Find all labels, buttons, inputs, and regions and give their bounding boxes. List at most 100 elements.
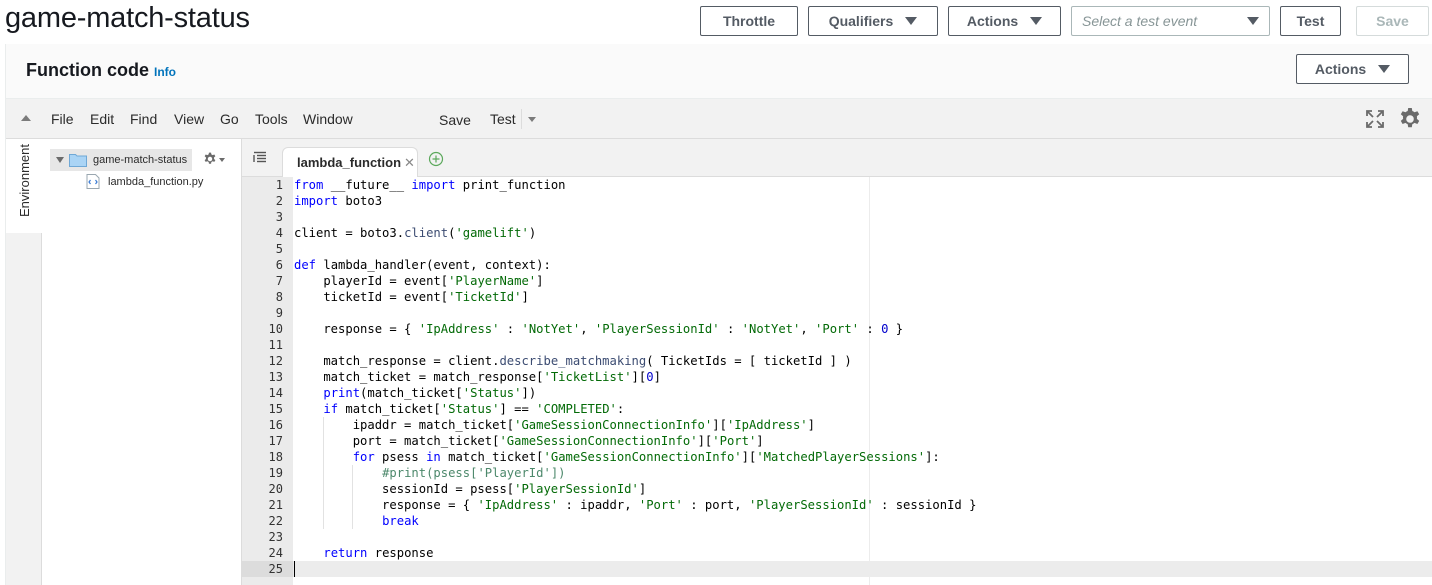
code-line: 21 response = { 'IpAddress' : ipaddr, 'P… xyxy=(242,497,1432,513)
line-number: 16 xyxy=(268,418,283,432)
line-number: 3 xyxy=(275,210,283,224)
tree-file-label: lambda_function.py xyxy=(108,175,204,188)
ide-save-button[interactable]: Save xyxy=(439,112,471,128)
code-line: 25 xyxy=(242,561,1432,577)
code-line: 24 return response xyxy=(242,545,1432,561)
code-line: 19 #print(psess['PlayerId']) xyxy=(242,465,1432,481)
gear-icon[interactable] xyxy=(1398,107,1422,131)
line-number: 11 xyxy=(268,338,283,352)
editor-tab-lambda-function[interactable]: lambda_function ✕ xyxy=(282,147,418,177)
code-line: 20 sessionId = psess['PlayerSessionId'] xyxy=(242,481,1432,497)
test-event-select[interactable]: Select a test event xyxy=(1071,6,1270,36)
code-text: print(match_ticket['Status']) xyxy=(323,386,537,400)
expand-triangle-icon[interactable] xyxy=(56,157,64,163)
line-number: 19 xyxy=(268,466,283,480)
line-number: 18 xyxy=(268,450,283,464)
code-text: playerId = event['PlayerName'] xyxy=(294,274,544,288)
test-button[interactable]: Test xyxy=(1280,6,1341,36)
code-text: response = { 'IpAddress' : ipaddr, 'Port… xyxy=(294,498,977,512)
code-line: 18 for psess in match_ticket['GameSessio… xyxy=(242,449,1432,465)
tree-root-label: game-match-status xyxy=(93,154,188,166)
menu-window[interactable]: Window xyxy=(303,111,353,127)
code-text: import boto3 xyxy=(294,194,383,208)
close-icon[interactable]: ✕ xyxy=(404,155,415,171)
line-number: 14 xyxy=(268,386,283,400)
code-editor[interactable]: 1 from __future__ import print_function 2 i… xyxy=(242,177,1432,585)
code-line: 10 response = { 'IpAddress' : 'NotYet', … xyxy=(242,321,1432,337)
code-line: 11 xyxy=(242,337,1432,353)
add-tab-icon[interactable] xyxy=(428,151,444,167)
code-line: 5 xyxy=(242,241,1432,257)
code-line: 3 xyxy=(242,209,1432,225)
caret-down-icon xyxy=(1030,17,1043,25)
code-text: from __future__ import print_function xyxy=(294,178,566,192)
code-text: ipaddr = match_ticket['GameSessionConnec… xyxy=(294,418,815,432)
environment-tab[interactable]: Environment xyxy=(6,139,42,233)
tree-gear-caret-icon[interactable] xyxy=(219,158,225,162)
line-number: 9 xyxy=(275,306,283,320)
tree-gear-icon[interactable] xyxy=(203,152,217,166)
collapse-up-icon[interactable] xyxy=(21,115,31,121)
line-number: 4 xyxy=(275,226,283,240)
fullscreen-icon[interactable] xyxy=(1366,110,1384,128)
caret-down-icon xyxy=(1247,17,1259,25)
line-number: 24 xyxy=(268,546,283,560)
environment-tab-label: Environment xyxy=(17,144,32,217)
menu-go[interactable]: Go xyxy=(220,111,239,127)
ide-menubar: File Edit Find View Go Tools Window Save… xyxy=(6,99,1432,139)
caret-down-icon xyxy=(905,17,918,25)
line-number: 20 xyxy=(268,482,283,496)
menu-view[interactable]: View xyxy=(174,111,204,127)
tab-list-icon[interactable] xyxy=(253,151,267,163)
line-number: 8 xyxy=(275,290,283,304)
save-button[interactable]: Save xyxy=(1356,6,1429,36)
code-line: 1 from __future__ import print_function xyxy=(242,177,1432,193)
test-dropdown-caret-icon[interactable] xyxy=(528,117,536,122)
tree-root-folder[interactable]: game-match-status xyxy=(50,149,192,171)
panel-actions-label: Actions xyxy=(1314,61,1367,77)
menu-tools[interactable]: Tools xyxy=(255,111,288,127)
qualifiers-button[interactable]: Qualifiers xyxy=(808,6,938,36)
function-code-panel: Function code Info Actions File Edit Fin… xyxy=(5,44,1432,585)
actions-button[interactable]: Actions xyxy=(948,6,1061,36)
qualifiers-button-label: Qualifiers xyxy=(828,13,894,29)
line-number: 17 xyxy=(268,434,283,448)
code-text: match_response = client.describe_matchma… xyxy=(294,354,852,368)
code-text: match_ticket = match_response['TicketLis… xyxy=(294,370,661,384)
editor-tab-bar: lambda_function ✕ xyxy=(242,139,1432,177)
line-number: 2 xyxy=(275,194,283,208)
line-number: 12 xyxy=(268,354,283,368)
environment-sidebar: Environment xyxy=(6,139,42,585)
code-text: if match_ticket['Status'] == 'COMPLETED'… xyxy=(323,402,625,416)
code-text: for psess in match_ticket['GameSessionCo… xyxy=(352,450,940,464)
code-line: 2 import boto3 xyxy=(242,193,1432,209)
editor-tab-label: lambda_function xyxy=(297,155,402,170)
save-button-label: Save xyxy=(1376,13,1409,29)
code-text: return response xyxy=(323,546,434,560)
line-number: 7 xyxy=(275,274,283,288)
menu-find[interactable]: Find xyxy=(130,111,157,127)
python-file-icon xyxy=(86,174,100,189)
line-number: 1 xyxy=(275,178,283,192)
code-text: port = match_ticket['GameSessionConnecti… xyxy=(294,434,764,448)
panel-actions-button[interactable]: Actions xyxy=(1296,54,1409,84)
line-number: 23 xyxy=(268,530,283,544)
code-line: 15 if match_ticket['Status'] == 'COMPLET… xyxy=(242,401,1432,417)
code-lines: 1 from __future__ import print_function 2 i… xyxy=(242,177,1432,577)
code-text: sessionId = psess['PlayerSessionId'] xyxy=(294,482,647,496)
code-line: 23 xyxy=(242,529,1432,545)
tree-file-item[interactable]: lambda_function.py xyxy=(86,174,203,189)
ide-test-button[interactable]: Test xyxy=(490,111,516,127)
function-name-title: game-match-status xyxy=(5,2,250,34)
line-number: 10 xyxy=(268,322,283,336)
throttle-button[interactable]: Throttle xyxy=(700,6,798,36)
code-text: ticketId = event['TicketId'] xyxy=(294,290,529,304)
code-line: 8 ticketId = event['TicketId'] xyxy=(242,289,1432,305)
code-line: 12 match_response = client.describe_matc… xyxy=(242,353,1432,369)
code-line: 4 client = boto3.client('gamelift') xyxy=(242,225,1432,241)
menu-file[interactable]: File xyxy=(51,111,74,127)
info-link[interactable]: Info xyxy=(154,65,176,79)
divider xyxy=(521,109,522,129)
code-text: #print(psess['PlayerId']) xyxy=(382,466,566,480)
menu-edit[interactable]: Edit xyxy=(90,111,114,127)
